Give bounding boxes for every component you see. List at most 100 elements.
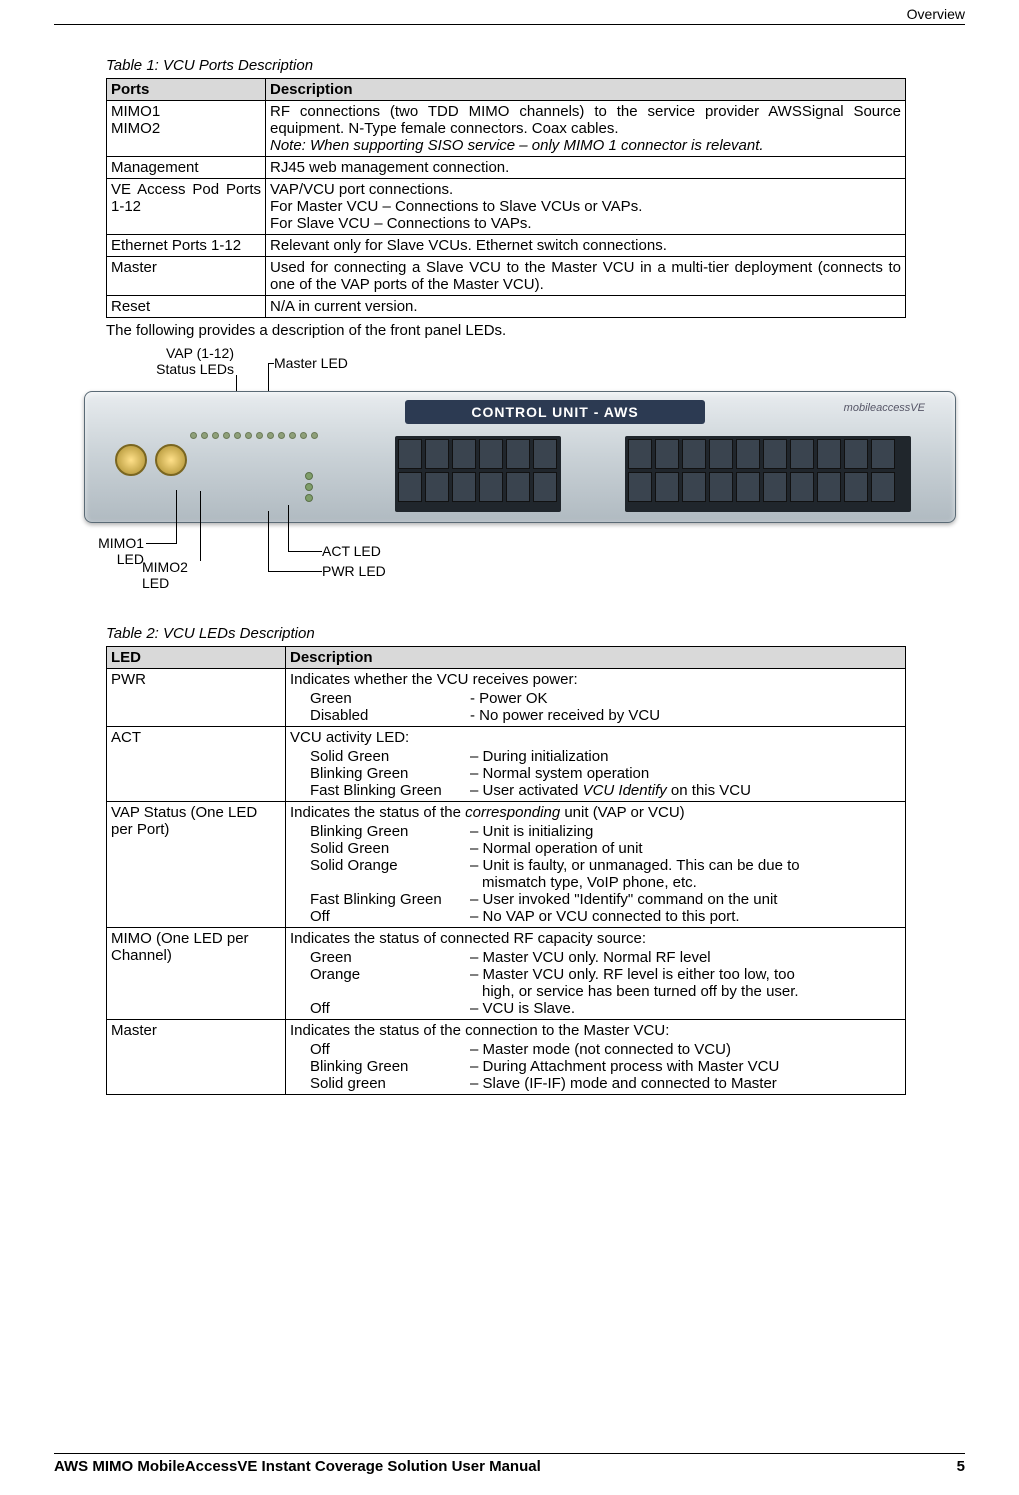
- header-section: Overview: [907, 6, 965, 22]
- status-val: – Master VCU only. RF level is either to…: [470, 966, 901, 1000]
- status-key: Solid Orange: [290, 857, 470, 891]
- footer-title: AWS MIMO MobileAccessVE Instant Coverage…: [54, 1458, 541, 1475]
- label-act-led: ACT LED: [322, 543, 381, 559]
- status-val: – During initialization: [470, 748, 901, 765]
- desc-intro: Indicates the status of the connection t…: [290, 1022, 901, 1039]
- status-leds: [305, 472, 313, 502]
- table1-caption: Table 1: VCU Ports Description: [106, 57, 965, 74]
- led-cell: MIMO (One LED per Channel): [107, 928, 286, 1020]
- page-header: Overview: [54, 0, 965, 25]
- port-cell: Reset: [107, 296, 266, 318]
- port-cell: Master: [107, 257, 266, 296]
- table2-header-led: LED: [107, 647, 286, 669]
- table-row: ACT VCU activity LED: Solid Green– Durin…: [107, 727, 906, 802]
- desc-cell: Indicates whether the VCU receives power…: [286, 669, 906, 727]
- label-mimo1-led: MIMO1 LED: [74, 535, 144, 567]
- device-image: CONTROL UNIT - AWS mobileaccessVE: [84, 391, 956, 523]
- footer-page-number: 5: [957, 1458, 965, 1475]
- status-key: Off: [290, 1041, 470, 1058]
- body-text: The following provides a description of …: [106, 322, 965, 339]
- device-banner: CONTROL UNIT - AWS: [405, 400, 705, 424]
- status-val: - No power received by VCU: [470, 707, 901, 724]
- led-cell: Master: [107, 1020, 286, 1095]
- desc-text: RF connections (two TDD MIMO channels) t…: [270, 103, 901, 137]
- led-cell: VAP Status (One LED per Port): [107, 802, 286, 928]
- status-val: – During Attachment process with Master …: [470, 1058, 901, 1075]
- rf-connector-icon: [155, 444, 187, 476]
- status-val: – User activated VCU Identify on this VC…: [470, 782, 901, 799]
- vcu-front-panel-figure: VAP (1-12) Status LEDs Master LED CONTRO…: [54, 345, 965, 615]
- table-row: Management RJ45 web management connectio…: [107, 157, 906, 179]
- italic-text: corresponding: [465, 804, 560, 821]
- desc-intro: Indicates whether the VCU receives power…: [290, 671, 901, 688]
- status-key: Blinking Green: [290, 1058, 470, 1075]
- text: unit (VAP or VCU): [560, 804, 684, 821]
- vcu-leds-table: LED Description PWR Indicates whether th…: [106, 646, 906, 1095]
- desc-intro: Indicates the status of connected RF cap…: [290, 930, 901, 947]
- led-icon: [305, 472, 313, 480]
- desc-cell: N/A in current version.: [266, 296, 906, 318]
- status-val: – Normal operation of unit: [470, 840, 901, 857]
- table-row: Ethernet Ports 1-12 Relevant only for Sl…: [107, 235, 906, 257]
- desc-cell: Indicates the status of connected RF cap…: [286, 928, 906, 1020]
- italic-text: VCU Identify: [583, 782, 667, 799]
- text: – User activated: [470, 782, 583, 799]
- rf-connectors: [115, 444, 187, 476]
- status-val: – Slave (IF-IF) mode and connected to Ma…: [470, 1075, 901, 1092]
- status-val: – No VAP or VCU connected to this port.: [470, 908, 901, 925]
- port-cell: Management: [107, 157, 266, 179]
- led-icon: [305, 483, 313, 491]
- table-row: VE Access Pod Ports 1-12 VAP/VCU port co…: [107, 179, 906, 235]
- table2-caption: Table 2: VCU LEDs Description: [106, 625, 965, 642]
- label-vap-status-leds: VAP (1-12) Status LEDs: [114, 345, 234, 377]
- status-key: Solid Green: [290, 840, 470, 857]
- status-val: – Normal system operation: [470, 765, 901, 782]
- status-val: – Unit is faulty, or unmanaged. This can…: [470, 857, 901, 891]
- table-row: MIMO (One LED per Channel) Indicates the…: [107, 928, 906, 1020]
- status-val: – Master VCU only. Normal RF level: [470, 949, 901, 966]
- text: Indicates the status of the: [290, 804, 465, 821]
- status-key: Blinking Green: [290, 823, 470, 840]
- status-key: Fast Blinking Green: [290, 891, 470, 908]
- device-logo: mobileaccessVE: [844, 402, 925, 414]
- port-cell: Ethernet Ports 1-12: [107, 235, 266, 257]
- desc-cell: Relevant only for Slave VCUs. Ethernet s…: [266, 235, 906, 257]
- table-row: MIMO1 MIMO2 RF connections (two TDD MIMO…: [107, 101, 906, 157]
- rf-connector-icon: [115, 444, 147, 476]
- status-val: – Master mode (not connected to VCU): [470, 1041, 901, 1058]
- desc-cell: VAP/VCU port connections. For Master VCU…: [266, 179, 906, 235]
- desc-cell: RJ45 web management connection.: [266, 157, 906, 179]
- access-pod-ports-icon: [395, 436, 561, 512]
- status-key: Solid Green: [290, 748, 470, 765]
- table1-header-desc: Description: [266, 79, 906, 101]
- status-key: Green: [290, 949, 470, 966]
- status-val: - Power OK: [470, 690, 901, 707]
- desc-intro: VCU activity LED:: [290, 729, 901, 746]
- status-key: Blinking Green: [290, 765, 470, 782]
- port-cell: MIMO1 MIMO2: [107, 101, 266, 157]
- ethernet-ports-icon: [625, 436, 911, 512]
- desc-cell: Indicates the status of the connection t…: [286, 1020, 906, 1095]
- status-key: Solid green: [290, 1075, 470, 1092]
- status-val: – User invoked "Identify" command on the…: [470, 891, 901, 908]
- status-key: Fast Blinking Green: [290, 782, 470, 799]
- desc-cell: RF connections (two TDD MIMO channels) t…: [266, 101, 906, 157]
- status-key: Off: [290, 1000, 470, 1017]
- label-pwr-led: PWR LED: [322, 563, 386, 579]
- table-row: Master Indicates the status of the conne…: [107, 1020, 906, 1095]
- table-row: VAP Status (One LED per Port) Indicates …: [107, 802, 906, 928]
- status-key: Green: [290, 690, 470, 707]
- table1-header-ports: Ports: [107, 79, 266, 101]
- status-key: Orange: [290, 966, 470, 1000]
- desc-intro: Indicates the status of the correspondin…: [290, 804, 901, 821]
- table-row: Reset N/A in current version.: [107, 296, 906, 318]
- status-key: Off: [290, 908, 470, 925]
- status-key: Disabled: [290, 707, 470, 724]
- port-cell: VE Access Pod Ports 1-12: [107, 179, 266, 235]
- status-val: – VCU is Slave.: [470, 1000, 901, 1017]
- page-footer: AWS MIMO MobileAccessVE Instant Coverage…: [54, 1453, 965, 1475]
- table2-header-desc: Description: [286, 647, 906, 669]
- table-row: Master Used for connecting a Slave VCU t…: [107, 257, 906, 296]
- label-mimo2-led: MIMO2 LED: [142, 559, 188, 591]
- desc-cell: VCU activity LED: Solid Green– During in…: [286, 727, 906, 802]
